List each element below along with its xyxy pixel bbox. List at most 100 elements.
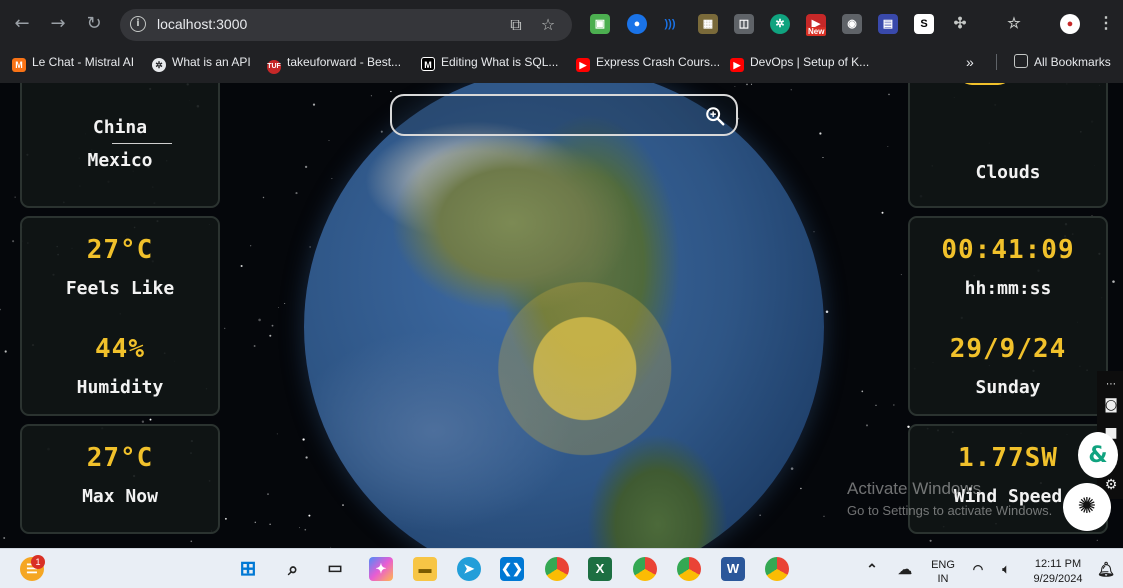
- max-temp-label: Max Now: [82, 486, 158, 507]
- openai-icon: ✲: [152, 58, 166, 72]
- tuf-icon: TUF: [267, 60, 281, 74]
- more-bookmarks-chevron-icon[interactable]: »: [966, 53, 974, 71]
- camera-icon[interactable]: ◙: [1101, 395, 1121, 415]
- address-url[interactable]: localhost:3000: [157, 16, 247, 32]
- medium-icon: M: [421, 57, 435, 71]
- taskbar-clock-time[interactable]: 12:11 PM: [1026, 558, 1090, 570]
- activate-windows-subtitle: Go to Settings to activate Windows.: [847, 503, 1053, 518]
- link-icon[interactable]: ⋯: [1101, 375, 1121, 395]
- bookmark-label: Editing What is SQL...: [441, 55, 559, 69]
- chrome-profile-icon[interactable]: [677, 557, 701, 581]
- extension-bookmark-icon[interactable]: ▤: [878, 14, 898, 34]
- search-input[interactable]: [404, 102, 694, 128]
- humidity-value: 44%: [95, 334, 145, 364]
- wifi-icon[interactable]: ◠: [966, 557, 990, 581]
- bookmark-item[interactable]: M Le Chat - Mistral AI: [12, 53, 135, 72]
- forward-icon[interactable]: →: [46, 12, 70, 36]
- time-format-label: hh:mm:ss: [964, 278, 1052, 299]
- youtube-icon: ▶: [576, 58, 590, 72]
- time-value: 00:41:09: [941, 235, 1075, 265]
- file-explorer-icon[interactable]: ▬: [413, 557, 437, 581]
- onedrive-cloud-icon[interactable]: ☁: [893, 557, 917, 581]
- bookmark-item[interactable]: TUF takeuforward - Best...: [267, 53, 402, 74]
- bookmark-item[interactable]: M Editing What is SQL...: [421, 53, 558, 71]
- country-divider: [112, 143, 172, 144]
- city-search-box[interactable]: [390, 94, 738, 136]
- youtube-icon: ▶: [730, 58, 744, 72]
- extension-wave-icon[interactable]: ))): [660, 14, 680, 34]
- bookmarks-divider: [996, 54, 997, 70]
- feels-like-label: Feels Like: [65, 278, 175, 299]
- bookmark-label: takeuforward - Best...: [287, 55, 402, 69]
- chrome-profile-icon[interactable]: [633, 557, 657, 581]
- bookmark-star-icon[interactable]: ☆: [538, 15, 558, 35]
- task-view-icon[interactable]: ▭: [323, 557, 347, 581]
- extension-screenshot-icon[interactable]: ◫: [734, 14, 754, 34]
- windows-taskbar: ☰ 1 ⊞ ⌕ ▭ ✦ ▬ ➤ ❮❯ X W ⌃ ☁ ENG IN ◠ 🔈︎ 1…: [0, 548, 1123, 588]
- browser-menu-icon[interactable]: ⋮: [1096, 14, 1116, 34]
- volume-icon[interactable]: 🔈︎: [994, 557, 1018, 581]
- country-list-card: China Mexico: [20, 83, 220, 208]
- install-app-icon[interactable]: ⧉: [506, 15, 526, 35]
- earth-globe[interactable]: [304, 83, 824, 548]
- reload-icon[interactable]: ↻: [82, 12, 106, 36]
- browser-toolbar: ← → ↻ i localhost:3000 ⧉ ☆ ▣ ● ))) ▦ ◫ ✲…: [0, 0, 1123, 50]
- extension-game-icon[interactable]: ▦: [698, 14, 718, 34]
- search-icon[interactable]: [704, 105, 726, 127]
- bookmark-item[interactable]: ▶ Express Crash Cours...: [576, 53, 720, 72]
- condition-label: Clouds: [975, 162, 1041, 183]
- bookmark-item[interactable]: ▶ DevOps | Setup of K...: [730, 53, 870, 72]
- weekday-label: Sunday: [975, 377, 1041, 398]
- screen: ← → ↻ i localhost:3000 ⧉ ☆ ▣ ● ))) ▦ ◫ ✲…: [0, 0, 1123, 588]
- bookmark-item[interactable]: ✲ What is an API: [152, 53, 251, 72]
- profile-avatar-icon[interactable]: ●: [1060, 14, 1080, 34]
- bookmark-label: Le Chat - Mistral AI: [32, 55, 135, 69]
- wind-value: 1.77SW: [958, 443, 1058, 473]
- assistant-float-icon[interactable]: &: [1078, 432, 1118, 478]
- folder-icon: [1014, 54, 1028, 68]
- bookmarks-bar: M Le Chat - Mistral AI ✲ What is an API TU…: [0, 50, 1123, 74]
- weather-globe-page: China Mexico 27°C Feels Like 44% Humidit…: [0, 83, 1123, 548]
- word-icon[interactable]: W: [721, 557, 745, 581]
- extension-camera-icon[interactable]: ◉: [842, 14, 862, 34]
- notification-count-badge: 1: [31, 555, 45, 569]
- country-name[interactable]: Mexico: [22, 150, 218, 171]
- extension-new-badge: New: [806, 27, 827, 36]
- all-bookmarks-label: All Bookmarks: [1034, 55, 1111, 69]
- search-icon[interactable]: ⌕: [281, 557, 305, 581]
- feels-like-value: 27°C: [86, 235, 154, 265]
- taskbar-clock-date[interactable]: 9/29/2024: [1026, 573, 1090, 585]
- max-temp-card: 27°C Max Now: [20, 424, 220, 534]
- windows-start-icon[interactable]: ⊞: [236, 557, 260, 581]
- feels-like-humidity-card: 27°C Feels Like 44% Humidity: [20, 216, 220, 416]
- bookmark-label: DevOps | Setup of K...: [750, 55, 870, 69]
- extension-chatgpt-icon[interactable]: ✲: [770, 14, 790, 34]
- vscode-icon[interactable]: ❮❯: [500, 557, 524, 581]
- activate-windows-title: Activate Windows: [847, 479, 982, 498]
- humidity-label: Humidity: [76, 377, 164, 398]
- address-bar[interactable]: i localhost:3000 ⧉ ☆: [120, 9, 572, 41]
- country-name[interactable]: China: [22, 117, 218, 138]
- clock-date-card: 00:41:09 hh:mm:ss 29/9/24 Sunday: [908, 216, 1108, 416]
- weather-condition-card: Clouds: [908, 83, 1108, 208]
- extension-printer-icon[interactable]: ▣: [590, 14, 610, 34]
- copilot-icon[interactable]: ✦: [369, 557, 393, 581]
- notifications-bell-icon[interactable]: 🔔︎: [1094, 557, 1118, 581]
- extensions-puzzle-icon[interactable]: ✣: [950, 14, 970, 34]
- show-hidden-icons-chevron-icon[interactable]: ⌃: [860, 557, 884, 581]
- reading-list-icon[interactable]: ☆: [1004, 14, 1024, 34]
- telegram-icon[interactable]: ➤: [457, 557, 481, 581]
- chrome-profile-icon[interactable]: [765, 557, 789, 581]
- mistral-icon: M: [12, 58, 26, 72]
- date-value: 29/9/24: [949, 334, 1067, 364]
- extension-blue-circle-icon[interactable]: ●: [627, 14, 647, 34]
- extension-s-icon[interactable]: S: [914, 14, 934, 34]
- back-icon[interactable]: ←: [10, 12, 34, 36]
- region-indicator[interactable]: IN: [928, 573, 958, 585]
- site-info-icon[interactable]: i: [130, 16, 146, 32]
- excel-icon[interactable]: X: [588, 557, 612, 581]
- chrome-icon[interactable]: [545, 557, 569, 581]
- all-bookmarks-folder[interactable]: All Bookmarks: [1014, 53, 1111, 71]
- brain-ai-icon[interactable]: ✺: [1063, 483, 1111, 531]
- language-indicator[interactable]: ENG: [928, 559, 958, 571]
